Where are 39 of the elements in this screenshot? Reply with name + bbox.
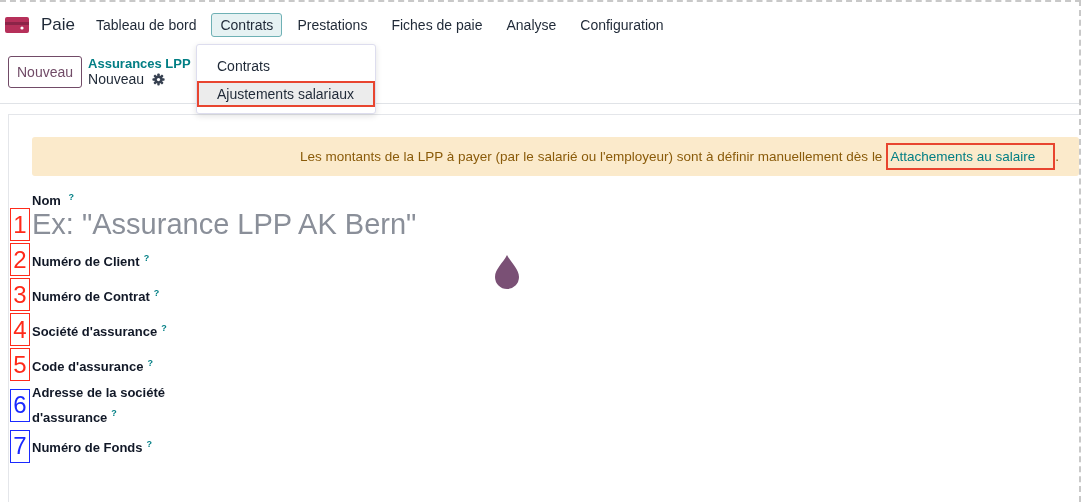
field-label: Nom <box>32 193 61 209</box>
alert-link[interactable]: Attachements au salaire <box>886 143 1056 170</box>
number-marker: 4 <box>10 313 30 347</box>
number-marker: 5 <box>10 348 30 382</box>
menu-item[interactable]: Prestations <box>288 13 377 37</box>
help-tooltip[interactable]: ? <box>153 287 160 298</box>
menu-item[interactable]: Tableau de bord <box>87 13 206 37</box>
help-tooltip[interactable]: ? <box>68 192 74 202</box>
alert-text: Les montants de la LPP à payer (par le salarié ou l'employeur) sont à définir manuellement dès le <box>300 149 883 164</box>
number-marker: 2 <box>10 243 30 277</box>
menu-item[interactable]: Analyse <box>497 13 566 37</box>
field-label: Numéro de Client $^{?}$ <box>32 254 150 269</box>
number-marker: 3 <box>10 278 30 312</box>
field-label: Numéro de Contrat $^{?}$ <box>32 289 160 304</box>
number-marker: 7 <box>10 429 30 463</box>
alert-period: . <box>1055 149 1059 164</box>
loading-drop-icon <box>495 255 519 289</box>
settings-icon[interactable] <box>152 72 166 86</box>
number-marker: 6 <box>10 389 30 422</box>
field-label: Code d'assurance $^{?}$ <box>32 359 153 374</box>
help-tooltip[interactable]: ? <box>147 357 153 368</box>
breadcrumb-current: Nouveau <box>88 71 145 87</box>
dropdown-item[interactable]: Contrats <box>197 53 375 79</box>
menu-item[interactable]: Configuration <box>571 13 673 37</box>
help-tooltip[interactable]: ? <box>143 252 150 263</box>
field-label: Numéro de Fonds $^{?}$ <box>32 440 152 456</box>
app-logo-icon[interactable] <box>5 17 29 33</box>
menu-item[interactable]: Fiches de paie <box>382 13 492 37</box>
field-label: Adresse de la société d'assurance $^{?}$ <box>32 385 165 425</box>
field-label: Société d'assurance $^{?}$ <box>32 324 167 339</box>
help-tooltip[interactable]: ? <box>111 408 117 419</box>
number-marker: 1 <box>10 208 30 242</box>
help-tooltip[interactable]: ? <box>146 439 152 449</box>
menu-item[interactable]: Contrats <box>211 13 283 37</box>
new-button[interactable]: Nouveau <box>8 56 83 88</box>
help-tooltip[interactable]: ? <box>161 322 167 333</box>
dropdown-item[interactable]: Ajustements salariaux <box>197 81 375 107</box>
breadcrumb-link[interactable]: Assurances LPP <box>88 56 191 71</box>
app-name[interactable]: Paie <box>41 15 76 35</box>
